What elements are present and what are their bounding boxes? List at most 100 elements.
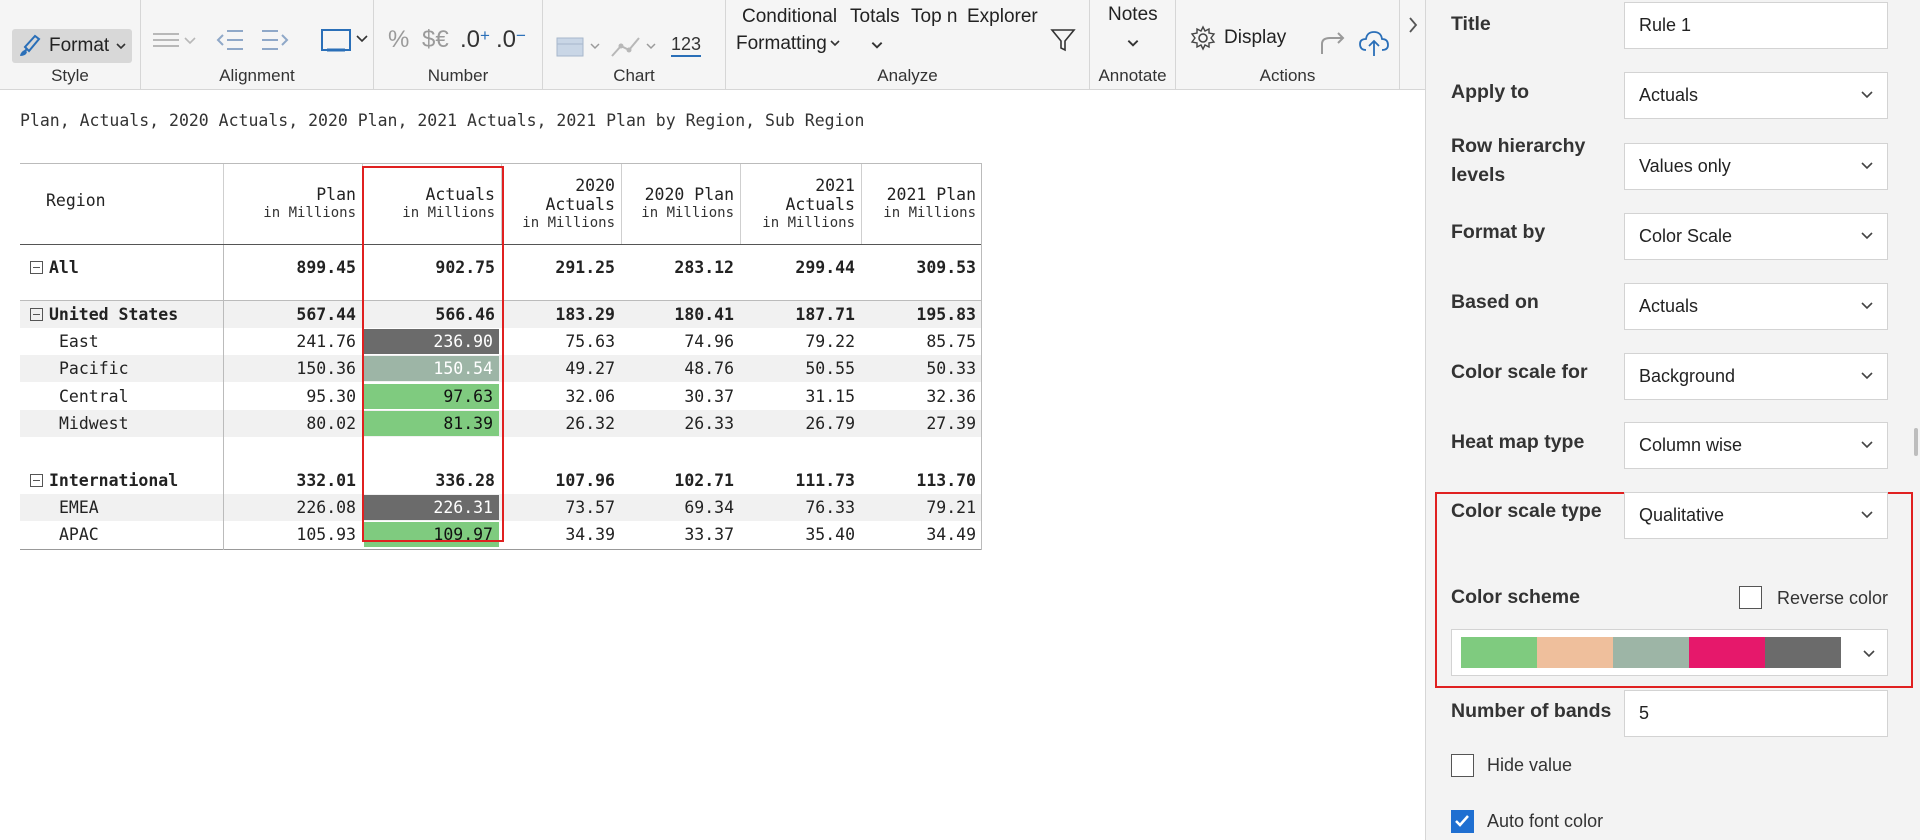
format-by-value: Color Scale <box>1639 226 1733 246</box>
table-cell: 73.57 <box>565 498 615 517</box>
top-n-button[interactable]: Top n <box>911 6 957 28</box>
minus-icon: − <box>516 26 526 45</box>
percent-button[interactable]: % <box>388 26 409 54</box>
column-header-unit: in Millions <box>522 214 615 231</box>
table-cell: 102.71 <box>674 471 734 490</box>
decrease-decimal-button[interactable]: .0− <box>496 26 526 54</box>
title-label: Title <box>1451 13 1491 35</box>
row-label-text: All <box>49 258 79 277</box>
row-label: APAC <box>59 521 99 548</box>
chevron-right-icon[interactable] <box>1406 15 1420 35</box>
annotate-group: Notes Annotate <box>1090 0 1176 90</box>
column-header-line1: 2021 <box>815 175 855 195</box>
format-button[interactable]: Format <box>12 29 132 63</box>
table-row[interactable]: All 899.45 902.75 291.25 283.12 299.44 309.53 <box>20 246 982 290</box>
cell-width-icon[interactable] <box>319 26 369 54</box>
color-swatch <box>1613 637 1689 668</box>
display-button[interactable]: Display <box>1224 27 1286 49</box>
column-header[interactable]: 2020 Actuals in Millions <box>501 164 621 244</box>
redo-icon[interactable] <box>1318 30 1348 58</box>
filter-icon[interactable] <box>1049 26 1077 54</box>
apply-to-select[interactable]: Actuals <box>1624 72 1888 119</box>
table-row[interactable]: International 332.01 336.28 107.96 102.71 111… <box>20 467 982 494</box>
row-label[interactable]: All <box>30 246 79 290</box>
table-row[interactable]: EMEA 226.08 226.31 73.57 69.34 76.33 79.21 <box>20 494 982 521</box>
column-header-line2: Actuals <box>545 194 615 214</box>
row-hierarchy-select[interactable]: Values only <box>1624 143 1888 190</box>
conditional-formatting-line1[interactable]: Conditional <box>742 6 837 28</box>
column-header[interactable]: Plan in Millions <box>223 164 362 244</box>
explorer-button[interactable]: Explorer <box>967 6 1038 28</box>
table-cell: 80.02 <box>306 414 356 433</box>
table-row[interactable]: APAC 105.93 109.97 34.39 33.37 35.40 34.49 <box>20 521 982 548</box>
row-label-text: EMEA <box>59 498 99 517</box>
data-label-button[interactable]: 123 <box>671 34 702 57</box>
increase-indent-icon[interactable] <box>260 26 290 54</box>
table-cell: 899.45 <box>296 258 356 277</box>
title-input[interactable]: Rule 1 <box>1624 2 1888 49</box>
row-label[interactable]: United States <box>30 301 178 328</box>
collapse-icon[interactable] <box>30 261 43 274</box>
table-cell: 236.90 <box>364 329 499 354</box>
row-label: Midwest <box>59 410 129 437</box>
conditional-formatting-button[interactable]: Formatting <box>736 33 841 55</box>
table-cell: 30.37 <box>684 387 734 406</box>
heat-map-type-select[interactable]: Column wise <box>1624 422 1888 469</box>
row-label[interactable]: International <box>30 467 178 494</box>
table-row[interactable]: United States 567.44 566.46 183.29 180.41 187… <box>20 301 982 328</box>
panel-scrollbar[interactable] <box>1914 428 1918 456</box>
based-on-label: Based on <box>1451 291 1539 313</box>
cloud-upload-icon[interactable] <box>1358 28 1390 58</box>
align-lines-icon[interactable] <box>151 28 199 52</box>
reverse-color-checkbox[interactable] <box>1739 586 1762 609</box>
style-group-label: Style <box>51 66 89 85</box>
report-subtitle: Plan, Actuals, 2020 Actuals, 2020 Plan, … <box>20 111 865 130</box>
decrease-indent-icon[interactable] <box>215 26 245 54</box>
chevron-down-icon[interactable] <box>870 38 884 52</box>
table-row[interactable]: East 241.76 236.90 75.63 74.96 79.22 85.75 <box>20 328 982 355</box>
table-row[interactable]: Central 95.30 97.63 32.06 30.37 31.15 32.36 <box>20 383 982 410</box>
number-of-bands-input[interactable]: 5 <box>1624 690 1888 737</box>
table-cell: 291.25 <box>555 258 615 277</box>
title-value: Rule 1 <box>1639 15 1692 35</box>
gear-icon[interactable] <box>1190 25 1216 51</box>
table-cell: 299.44 <box>795 258 855 277</box>
color-swatch <box>1765 637 1841 668</box>
region-column-header[interactable]: Region <box>46 191 106 210</box>
color-scale-for-select[interactable]: Background <box>1624 353 1888 400</box>
notes-button[interactable]: Notes <box>1108 4 1158 26</box>
column-header[interactable]: 2021 Actuals in Millions <box>740 164 861 244</box>
currency-button[interactable]: $€ <box>422 26 449 54</box>
column-header[interactable]: 2020 Plan in Millions <box>621 164 740 244</box>
annotate-group-label: Annotate <box>1098 66 1167 85</box>
collapse-icon[interactable] <box>30 474 43 487</box>
table-row[interactable]: Pacific 150.36 150.54 49.27 48.76 50.55 50.33 <box>20 355 982 382</box>
based-on-select[interactable]: Actuals <box>1624 283 1888 330</box>
column-header[interactable]: 2021 Plan in Millions <box>861 164 982 244</box>
color-scheme-select[interactable] <box>1451 629 1888 676</box>
apply-to-label: Apply to <box>1451 81 1529 103</box>
paint-brush-icon <box>20 34 41 56</box>
increase-decimal-button[interactable]: .0+ <box>460 26 490 54</box>
table-row[interactable]: Midwest 80.02 81.39 26.32 26.33 26.79 27.39 <box>20 410 982 437</box>
format-by-select[interactable]: Color Scale <box>1624 213 1888 260</box>
hide-value-checkbox[interactable] <box>1451 754 1474 777</box>
color-scale-type-select[interactable]: Qualitative <box>1624 492 1888 539</box>
table-cell: 50.55 <box>805 359 855 378</box>
auto-font-color-checkbox[interactable] <box>1451 810 1474 833</box>
column-header-unit: in Millions <box>641 205 734 221</box>
chevron-down-icon[interactable] <box>1126 36 1140 50</box>
column-header[interactable]: Actuals in Millions <box>362 164 501 244</box>
table-cell: 26.32 <box>565 414 615 433</box>
bar-chart-icon[interactable] <box>555 34 605 60</box>
color-scheme-label: Color scheme <box>1451 586 1580 608</box>
table-cell: 109.97 <box>364 522 499 547</box>
totals-button[interactable]: Totals <box>850 6 900 28</box>
table-cell: 195.83 <box>916 305 976 324</box>
ribbon-toolbar: Format Style Alignment % $€ .0+ .0− Numb… <box>0 0 1425 90</box>
table-cell: 79.22 <box>805 332 855 351</box>
collapse-icon[interactable] <box>30 308 43 321</box>
line-chart-icon[interactable] <box>609 32 661 60</box>
column-header-line2: 2020 Plan <box>644 185 734 204</box>
format-label: Format <box>49 35 110 56</box>
